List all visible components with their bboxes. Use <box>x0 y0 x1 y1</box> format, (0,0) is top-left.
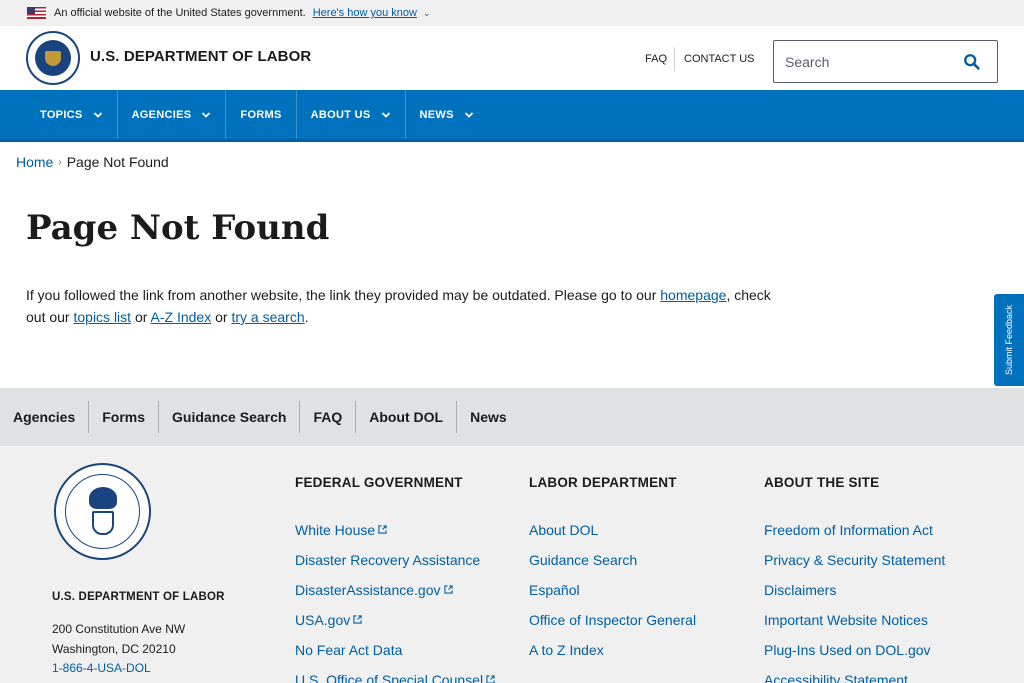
footer-link-foia[interactable]: Freedom of Information Act <box>764 522 933 538</box>
footer-column-about-the-site: ABOUT THE SITE Freedom of Information Ac… <box>764 475 945 683</box>
footer-address-line1: 200 Constitution Ave NW <box>52 622 186 636</box>
footer-link-privacy[interactable]: Privacy & Security Statement <box>764 552 945 568</box>
nav-topics[interactable]: TOPICS <box>26 90 118 139</box>
external-link-icon <box>353 615 362 624</box>
footer-link-no-fear-act[interactable]: No Fear Act Data <box>295 642 402 658</box>
footer-link-faq[interactable]: FAQ <box>300 401 357 433</box>
link-label: DisasterAssistance.gov <box>295 582 441 598</box>
footer-link-disaster-recovery[interactable]: Disaster Recovery Assistance <box>295 552 480 568</box>
homepage-link[interactable]: homepage <box>660 287 726 303</box>
chevron-down-icon <box>93 111 102 118</box>
intro-text: or <box>211 309 232 325</box>
faq-link[interactable]: FAQ <box>645 53 667 65</box>
footer-link-disclaimers[interactable]: Disclaimers <box>764 582 836 598</box>
footer-column-heading: LABOR DEPARTMENT <box>529 475 677 490</box>
footer-link-guidance-search-col[interactable]: Guidance Search <box>529 552 637 568</box>
footer-links-bar: Agencies Forms Guidance Search FAQ About… <box>0 388 1024 446</box>
external-link-icon <box>443 585 453 594</box>
submit-feedback-label: Submit Feedback <box>1004 304 1015 376</box>
submit-feedback-button[interactable]: Submit Feedback <box>994 294 1024 386</box>
us-flag-icon <box>27 7 46 19</box>
footer-column-heading: ABOUT THE SITE <box>764 475 880 490</box>
external-link-icon <box>378 525 387 534</box>
site-header: U.S. DEPARTMENT OF LABOR FAQ CONTACT US <box>0 26 1024 90</box>
intro-paragraph: If you followed the link from another we… <box>26 284 786 328</box>
footer-link-accessibility[interactable]: Accessibility Statement <box>764 672 908 683</box>
breadcrumb-current: Page Not Found <box>66 154 169 170</box>
search-input[interactable] <box>774 53 954 70</box>
footer-column-heading: FEDERAL GOVERNMENT <box>295 475 463 490</box>
footer-link-espanol[interactable]: Español <box>529 582 580 598</box>
utility-divider <box>674 47 675 71</box>
external-link-icon <box>486 675 495 683</box>
breadcrumb: Home › Page Not Found <box>16 154 169 170</box>
dol-seal-footer-logo[interactable] <box>54 463 151 560</box>
search-icon[interactable] <box>963 53 981 71</box>
chevron-down-icon <box>202 111 211 118</box>
footer-link-inspector-general[interactable]: Office of Inspector General <box>529 612 696 628</box>
footer-link-special-counsel[interactable]: U.S. Office of Special Counsel <box>295 672 495 683</box>
footer-link-white-house[interactable]: White House <box>295 522 387 538</box>
az-index-link[interactable]: A-Z Index <box>151 309 212 325</box>
try-a-search-link[interactable]: try a search <box>231 309 304 325</box>
footer-link-about-dol-col[interactable]: About DOL <box>529 522 598 538</box>
chevron-down-icon <box>381 111 390 118</box>
nav-label: ABOUT US <box>310 108 371 121</box>
footer-link-about-dol[interactable]: About DOL <box>356 401 458 433</box>
nav-forms[interactable]: FORMS <box>226 90 297 139</box>
footer-link-agencies[interactable]: Agencies <box>0 401 90 433</box>
breadcrumb-home-link[interactable]: Home <box>16 154 53 170</box>
footer-link-usa-gov[interactable]: USA.gov <box>295 612 362 628</box>
nav-label: TOPICS <box>40 108 83 121</box>
topics-list-link[interactable]: topics list <box>73 309 131 325</box>
nav-label: FORMS <box>240 108 282 121</box>
dol-seal-logo[interactable] <box>26 31 80 85</box>
nav-label: AGENCIES <box>131 108 192 121</box>
search-box <box>773 40 998 83</box>
footer-address-line2: Washington, DC 20210 <box>52 642 176 656</box>
link-label: USA.gov <box>295 612 351 628</box>
contact-us-link[interactable]: CONTACT US <box>684 53 755 65</box>
intro-text: . <box>304 309 309 325</box>
nav-label: NEWS <box>419 108 454 121</box>
footer-link-disasterassistance[interactable]: DisasterAssistance.gov <box>295 582 453 598</box>
footer-link-a-to-z-index[interactable]: A to Z Index <box>529 642 604 658</box>
page-title: Page Not Found <box>26 208 330 248</box>
footer-link-website-notices[interactable]: Important Website Notices <box>764 612 928 628</box>
agency-name[interactable]: U.S. DEPARTMENT OF LABOR <box>90 48 311 65</box>
footer-phone-link[interactable]: 1-866-4-USA-DOL <box>52 661 151 675</box>
chevron-right-icon: › <box>58 156 62 168</box>
intro-text: or <box>131 309 151 325</box>
link-label: U.S. Office of Special Counsel <box>295 672 484 683</box>
footer-link-news[interactable]: News <box>457 401 520 433</box>
footer-link-guidance-search[interactable]: Guidance Search <box>159 401 301 433</box>
nav-agencies[interactable]: AGENCIES <box>118 90 227 139</box>
chevron-down-icon <box>464 111 473 118</box>
footer-link-forms[interactable]: Forms <box>89 401 160 433</box>
chevron-down-icon[interactable]: ⌄ <box>423 8 431 19</box>
intro-text: If you followed the link from another we… <box>26 287 661 303</box>
nav-about-us[interactable]: ABOUT US <box>297 90 406 139</box>
gov-banner-text: An official website of the United States… <box>54 7 306 19</box>
nav-news[interactable]: NEWS <box>406 90 488 139</box>
footer-column-federal-government: FEDERAL GOVERNMENT White House Disaster … <box>295 475 495 683</box>
heres-how-you-know-link[interactable]: Here's how you know <box>313 7 417 19</box>
footer-column-labor-department: LABOR DEPARTMENT About DOL Guidance Sear… <box>529 475 696 672</box>
site-footer: U.S. DEPARTMENT OF LABOR 200 Constitutio… <box>0 446 1024 683</box>
link-label: White House <box>295 522 376 538</box>
gov-banner: An official website of the United States… <box>0 0 1024 26</box>
footer-agency-name: U.S. DEPARTMENT OF LABOR <box>52 591 225 603</box>
footer-link-plug-ins[interactable]: Plug-Ins Used on DOL.gov <box>764 642 931 658</box>
main-navigation: TOPICS AGENCIES FORMS ABOUT US NEWS <box>0 90 1024 142</box>
